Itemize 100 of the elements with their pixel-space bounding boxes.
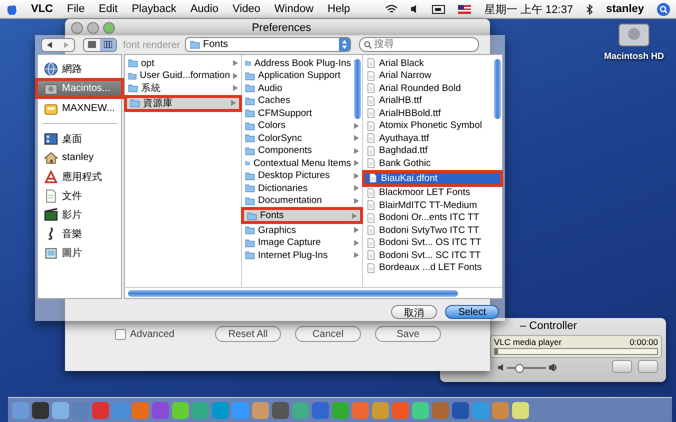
dialog-button[interactable]: Cancel	[295, 326, 361, 342]
menu-item[interactable]: Edit	[92, 3, 125, 15]
sidebar-item[interactable]: 網路	[38, 59, 121, 78]
folder-item[interactable]: Fonts	[241, 207, 363, 224]
font-item[interactable]: Blackmoor LET Fonts	[363, 186, 502, 199]
folder-item[interactable]: Internet Plug-Ins	[242, 249, 362, 262]
user-menu[interactable]: stanley	[599, 3, 651, 15]
font-item[interactable]: BlairMdITC TT-Medium	[363, 199, 502, 212]
app-icon[interactable]	[412, 402, 429, 419]
sidebar-item[interactable]: 應用程式	[38, 167, 121, 186]
font-item[interactable]: ArialHBBold.ttf	[363, 107, 502, 120]
app-icon[interactable]	[32, 402, 49, 419]
menu-item[interactable]: Video	[225, 3, 268, 15]
folder-item[interactable]: 資源庫	[124, 94, 242, 112]
battery-icon[interactable]	[432, 4, 446, 14]
folder-item[interactable]: Components	[242, 144, 362, 157]
app-icon[interactable]	[372, 402, 389, 419]
folder-item[interactable]: Desktop Pictures	[242, 170, 362, 182]
search-icon[interactable]	[657, 2, 670, 16]
folder-item[interactable]: Documentation	[242, 194, 362, 207]
playlist-button[interactable]	[638, 360, 658, 373]
font-item[interactable]: Ayuthaya.ttf	[363, 132, 502, 144]
sidebar-item[interactable]: 文件	[38, 186, 121, 205]
checkbox[interactable]	[115, 329, 126, 340]
app-icon[interactable]	[272, 402, 289, 419]
sidebar-item[interactable]: stanley	[38, 148, 121, 167]
font-item[interactable]: Bodoni Svt... SC ITC TT	[363, 249, 502, 262]
minimize-button[interactable]	[87, 22, 99, 34]
flag-icon[interactable]	[458, 4, 472, 14]
app-menu[interactable]: VLC	[24, 3, 60, 15]
dialog-button[interactable]: Save	[375, 326, 441, 342]
document-icon	[366, 120, 376, 131]
scrollbar-thumb[interactable]	[494, 59, 501, 119]
speaker-icon	[498, 364, 504, 371]
pictures-icon	[44, 246, 58, 260]
dialog-button[interactable]: Reset All	[215, 326, 281, 342]
scrollbar-thumb[interactable]	[354, 59, 361, 119]
column-view-button[interactable]	[100, 38, 116, 50]
folder-item[interactable]: 系統	[125, 82, 241, 94]
app-icon[interactable]	[512, 402, 529, 419]
sidebar-item[interactable]: 音樂	[38, 224, 121, 243]
font-item[interactable]: Atomix Phonetic Symbol	[363, 120, 502, 132]
sidebar-item[interactable]: Macintos...	[35, 78, 124, 99]
menu-item[interactable]: Audio	[183, 3, 226, 15]
desktop-icon-label[interactable]: Macintosh HD	[604, 51, 664, 61]
menu-item[interactable]: Window	[267, 3, 321, 15]
cancel-button[interactable]: 取消	[391, 305, 438, 319]
app-icon[interactable]	[252, 402, 269, 419]
menu-item[interactable]: File	[60, 3, 92, 15]
folder-item[interactable]: opt	[125, 57, 241, 70]
search-icon	[364, 40, 372, 48]
document-icon	[366, 83, 376, 94]
sidebar-item[interactable]: 桌面	[38, 129, 121, 148]
font-item[interactable]: Bodoni SvtyTwo ITC TT	[363, 224, 502, 236]
menu-item[interactable]: Playback	[124, 3, 184, 15]
folder-item[interactable]: Colors	[242, 120, 362, 132]
folder-icon	[245, 225, 255, 236]
app-icon[interactable]	[52, 402, 69, 419]
equalizer-button[interactable]	[612, 360, 632, 373]
select-button[interactable]: Select	[445, 305, 499, 319]
document-icon	[366, 70, 376, 81]
progress-bar[interactable]	[494, 348, 658, 355]
scrollbar-thumb[interactable]	[128, 290, 458, 296]
path-popup[interactable]: Fonts	[185, 37, 351, 52]
search-field[interactable]: 搜尋	[359, 37, 479, 52]
folder-item[interactable]: Contextual Menu Items	[242, 157, 362, 170]
wifi-icon[interactable]	[385, 4, 398, 14]
docs-icon	[44, 188, 58, 202]
folder-icon	[245, 70, 255, 81]
folder-item[interactable]: Image Capture	[242, 236, 362, 249]
font-item[interactable]: BiauKai.dfont	[362, 170, 503, 186]
zoom-button[interactable]	[103, 22, 115, 34]
bluetooth-icon[interactable]	[586, 4, 594, 14]
folder-item[interactable]: ColorSync	[242, 132, 362, 144]
folder-item[interactable]: Dictionaries	[242, 182, 362, 194]
folder-item[interactable]: Graphics	[242, 224, 362, 236]
app-icon[interactable]	[452, 402, 469, 419]
close-button[interactable]	[71, 22, 83, 34]
font-item[interactable]: Bodoni Svt... OS ITC TT	[363, 236, 502, 249]
sidebar-item[interactable]: MAXNEW...	[38, 99, 121, 118]
app-icon[interactable]	[172, 402, 189, 419]
sidebar-item[interactable]: 影片	[38, 205, 121, 224]
font-item[interactable]: Arial Black	[363, 57, 502, 70]
search-input[interactable]: 搜尋	[374, 39, 474, 50]
document-icon	[366, 250, 376, 260]
font-item[interactable]: Bank Gothic	[363, 157, 502, 170]
folder-icon	[128, 70, 137, 81]
font-item[interactable]: Bordeaux ...d LET Fonts	[363, 262, 502, 274]
updown-icon	[342, 40, 347, 49]
font-item[interactable]: Arial Narrow	[363, 70, 502, 82]
sidebar-item[interactable]: 圖片	[38, 243, 121, 262]
font-item[interactable]: Bodoni Or...ents ITC TT	[363, 212, 502, 224]
font-item[interactable]: ArialHB.ttf	[363, 94, 502, 107]
document-icon	[366, 96, 376, 106]
font-item[interactable]: Arial Rounded Bold	[363, 82, 502, 94]
menu-item[interactable]: Help	[320, 3, 358, 15]
volume-thumb[interactable]	[514, 364, 524, 372]
menu-clock[interactable]: 星期一 上午 12:37	[477, 2, 580, 16]
font-item[interactable]: Baghdad.ttf	[363, 144, 502, 157]
folder-item[interactable]: User Guid...formation	[125, 70, 241, 82]
